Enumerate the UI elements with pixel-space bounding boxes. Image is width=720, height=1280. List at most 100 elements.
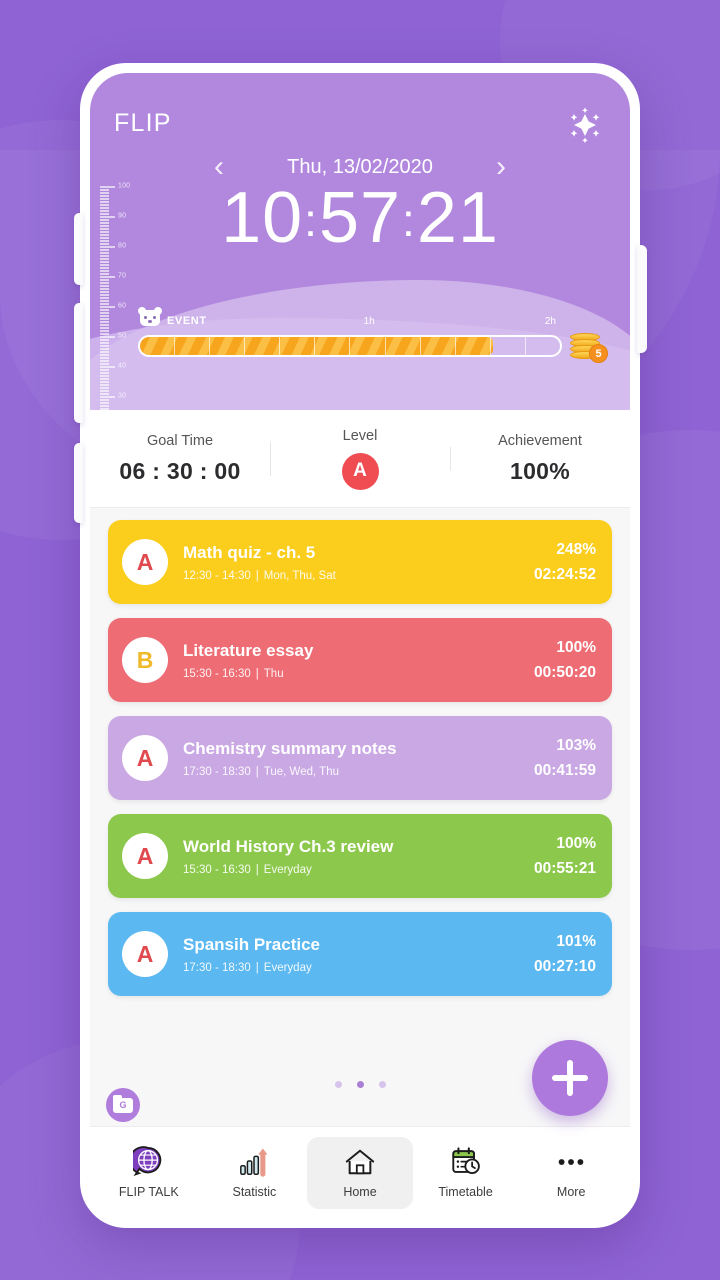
study-timer: 10:57:21 — [90, 177, 630, 259]
stat-value: 06 : 30 : 00 — [119, 457, 241, 484]
ruler-tick — [100, 360, 109, 362]
nav-label: Statistic — [232, 1185, 277, 1199]
nav-item-timetable[interactable]: Timetable — [413, 1137, 519, 1209]
stat-goal-time: Goal Time 06 : 30 : 00 — [90, 433, 270, 485]
task-schedule: 15:30 - 16:30 | Everyday — [183, 864, 526, 876]
task-schedule-divider: | — [255, 667, 259, 680]
task-percent: 101% — [556, 932, 596, 950]
task-metrics: 103% 00:41:59 — [534, 737, 596, 780]
timer-seconds: 21 — [416, 178, 499, 258]
task-card[interactable]: A Spansih Practice 17:30 - 18:30 | Everyday 1… — [108, 912, 612, 996]
ruler-tick — [100, 339, 109, 341]
nav-item-flip-talk[interactable]: FLIP TALK — [96, 1137, 202, 1209]
timer-minutes: 57 — [318, 178, 402, 258]
coin-stack-icon[interactable]: 5 — [568, 329, 608, 363]
event-progress-header: EVENT 1h 2h — [138, 305, 608, 327]
event-progress-bar[interactable] — [138, 335, 562, 357]
ruler-tick — [100, 381, 109, 383]
task-grade-badge: B — [122, 637, 168, 683]
ruler-tick — [100, 264, 109, 266]
task-title: Chemistry summary notes — [183, 738, 397, 758]
task-metrics: 248% 02:24:52 — [534, 541, 596, 584]
task-title: Literature essay — [183, 640, 314, 660]
task-schedule-divider: | — [255, 569, 259, 582]
task-info: Spansih Practice 17:30 - 18:30 | Everyday — [183, 935, 526, 974]
task-days: Everyday — [263, 863, 312, 876]
event-progress-row: 5 — [138, 329, 608, 363]
event-label: EVENT — [167, 315, 207, 327]
ruler-tick — [100, 303, 109, 305]
ruler-tick — [100, 354, 109, 356]
ruler-tick — [100, 336, 115, 338]
stat-label: Goal Time — [146, 432, 214, 449]
ruler-tick — [100, 402, 109, 404]
ruler-tick — [100, 297, 109, 299]
volume-up-button[interactable] — [74, 213, 83, 285]
timer-separator: : — [304, 194, 318, 246]
ruler-tick — [100, 273, 109, 275]
task-grade-badge: A — [122, 735, 168, 781]
ruler-tick — [100, 372, 109, 374]
task-card[interactable]: A Math quiz - ch. 5 12:30 - 14:30 | Mon, Thu… — [108, 520, 612, 604]
nav-item-more[interactable]: More — [518, 1137, 624, 1209]
ruler-tick — [100, 261, 109, 263]
task-info: Literature essay 15:30 - 16:30 | Thu — [183, 641, 526, 680]
task-card[interactable]: A World History Ch.3 review 15:30 - 16:30 |… — [108, 814, 612, 898]
task-info: World History Ch.3 review 15:30 - 16:30 | E… — [183, 837, 526, 876]
ruler-tick — [100, 315, 109, 317]
globe-chat-icon — [132, 1146, 165, 1178]
task-info: Chemistry summary notes 17:30 - 18:30 | Tue… — [183, 739, 526, 778]
side-button[interactable] — [74, 443, 83, 523]
volume-down-button[interactable] — [74, 303, 83, 423]
coin-count: 5 — [589, 344, 608, 363]
ruler-tick — [100, 312, 109, 314]
task-schedule: 17:30 - 18:30 | Tue, Wed, Thu — [183, 766, 526, 778]
phone-frame: FLIP 0102030405060708090100 ‹ — [74, 63, 647, 1228]
task-duration: 00:55:21 — [533, 859, 596, 877]
ruler-tick — [100, 348, 109, 350]
stat-level: Level A — [270, 428, 450, 490]
task-card[interactable]: A Chemistry summary notes 17:30 - 18:30 | Tu… — [108, 716, 612, 800]
group-folder-badge[interactable]: G — [106, 1088, 140, 1122]
ruler-tick — [100, 399, 109, 401]
add-task-button[interactable] — [532, 1040, 608, 1116]
task-percent: 103% — [556, 736, 596, 754]
ruler-tick — [100, 369, 109, 371]
task-schedule-divider: | — [255, 765, 259, 778]
ruler-tick — [100, 318, 109, 320]
nav-item-home[interactable]: Home — [307, 1136, 413, 1209]
stat-label: Level — [342, 427, 378, 444]
ruler-label: 40 — [118, 362, 127, 370]
nav-label: FLIP TALK — [118, 1185, 179, 1199]
ruler-tick — [100, 357, 109, 359]
task-days: Tue, Wed, Thu — [263, 765, 339, 778]
page-dot[interactable] — [356, 1081, 364, 1088]
task-time-range: 12:30 - 14:30 — [183, 569, 251, 582]
task-title: Math quiz - ch. 5 — [183, 542, 316, 562]
ruler-tick — [100, 306, 115, 308]
ruler-tick — [100, 279, 109, 281]
task-grade-badge: A — [122, 931, 168, 977]
page-dot[interactable] — [378, 1081, 386, 1088]
home-icon — [344, 1146, 376, 1178]
bar-chart-arrow-icon — [238, 1146, 270, 1178]
pager-row: G — [90, 1040, 630, 1126]
ruler-tick — [100, 393, 109, 395]
ruler-tick — [100, 333, 109, 335]
task-metrics: 100% 00:50:20 — [534, 639, 596, 682]
task-title: World History Ch.3 review — [183, 836, 394, 856]
ruler-tick — [100, 375, 109, 377]
sparkle-icon[interactable] — [562, 101, 608, 147]
task-days: Everyday — [263, 961, 312, 974]
task-duration: 00:50:20 — [533, 663, 596, 681]
page-dot[interactable] — [334, 1081, 342, 1088]
task-time-range: 17:30 - 18:30 — [183, 765, 251, 778]
task-schedule: 12:30 - 14:30 | Mon, Thu, Sat — [183, 570, 526, 582]
ruler-tick — [100, 408, 109, 410]
ruler-tick — [100, 387, 109, 389]
ruler-tick — [100, 327, 109, 329]
power-button[interactable] — [637, 245, 647, 353]
task-card[interactable]: B Literature essay 15:30 - 16:30 | Thu 100% 00… — [108, 618, 612, 702]
task-days: Mon, Thu, Sat — [263, 569, 336, 582]
nav-item-statistic[interactable]: Statistic — [202, 1137, 308, 1209]
